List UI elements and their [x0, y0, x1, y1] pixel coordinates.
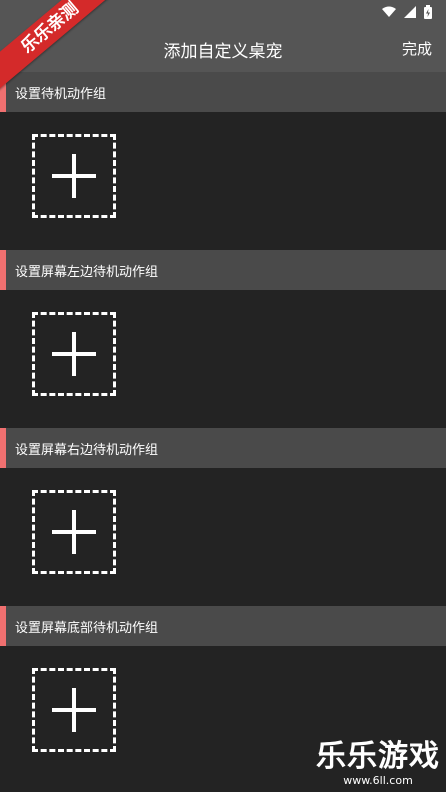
plus-icon: [52, 688, 96, 732]
section-label: 设置待机动作组: [15, 87, 107, 102]
plus-icon: [52, 154, 96, 198]
section-header-bottom: 设置屏幕底部待机动作组: [0, 606, 446, 646]
section-accent-bar: [0, 428, 6, 468]
section-header-left: 设置屏幕左边待机动作组: [0, 250, 446, 290]
section-header-idle: 设置待机动作组: [0, 72, 446, 112]
watermark-url: www.6ll.com: [343, 774, 413, 787]
plus-icon: [52, 332, 96, 376]
watermark-title: 乐乐游戏: [316, 739, 440, 774]
battery-icon: [424, 5, 432, 19]
add-action-button[interactable]: [32, 134, 116, 218]
add-action-button[interactable]: [32, 490, 116, 574]
signal-icon: [404, 6, 416, 18]
status-icons: [382, 5, 432, 19]
section-accent-bar: [0, 250, 6, 290]
section-body-right: [0, 468, 446, 606]
section-accent-bar: [0, 606, 6, 646]
section-label: 设置屏幕底部待机动作组: [15, 621, 159, 636]
section-label: 设置屏幕左边待机动作组: [15, 265, 159, 280]
watermark: 乐乐游戏 www.6ll.com: [316, 740, 440, 788]
add-action-button[interactable]: [32, 312, 116, 396]
section-header-right: 设置屏幕右边待机动作组: [0, 428, 446, 468]
plus-icon: [52, 510, 96, 554]
section-body-left: [0, 290, 446, 428]
app-bar: 添加自定义桌宠 完成: [0, 26, 446, 72]
section-body-idle: [0, 112, 446, 250]
page-title: 添加自定义桌宠: [163, 42, 283, 62]
done-button[interactable]: 完成: [402, 38, 432, 59]
wifi-icon: [382, 6, 396, 17]
add-action-button[interactable]: [32, 668, 116, 752]
section-label: 设置屏幕右边待机动作组: [15, 443, 159, 458]
